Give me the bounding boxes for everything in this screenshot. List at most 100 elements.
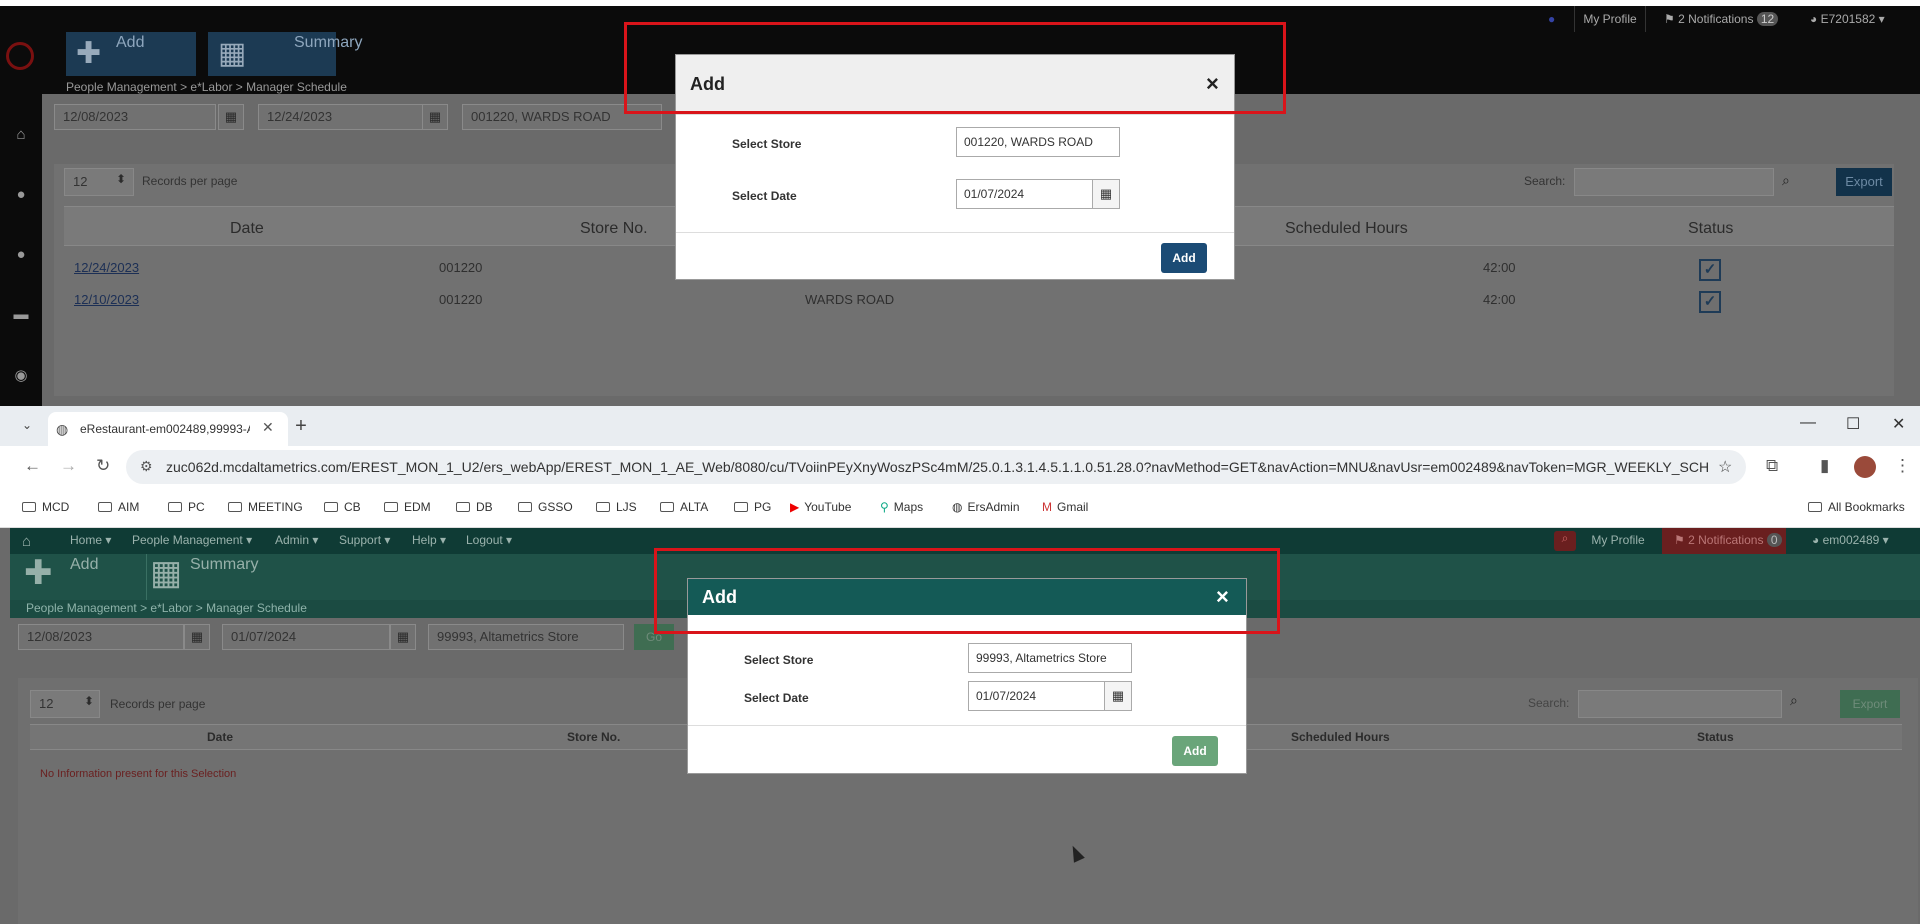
bookmark-db[interactable]: DB	[456, 500, 493, 514]
menu-admin[interactable]: Admin ▾	[275, 533, 318, 547]
home-icon[interactable]: ⌂	[22, 533, 31, 550]
col-scheduled-hours[interactable]: Scheduled Hours	[1291, 730, 1390, 744]
support-icon[interactable]: ◉	[12, 366, 30, 384]
date-input[interactable]: 01/07/2024	[968, 681, 1106, 711]
menu-home[interactable]: Home ▾	[70, 533, 111, 547]
bookmark-ljs[interactable]: LJS	[596, 500, 637, 514]
bottom-notifications-link[interactable]: ⚑ 2 Notifications 0	[1674, 533, 1782, 547]
all-bookmarks[interactable]: All Bookmarks	[1808, 500, 1905, 514]
report-icon[interactable]: ▬	[12, 306, 30, 324]
bottom-search-input[interactable]	[1578, 690, 1782, 718]
search-icon[interactable]: ⌕	[1790, 692, 1798, 709]
select-date-label: Select Date	[732, 189, 797, 203]
folder-icon	[324, 502, 338, 512]
calendar-icon[interactable]: ▦	[184, 624, 210, 650]
tab-search-icon[interactable]: ⌄	[22, 418, 32, 432]
bookmark-gmail[interactable]: M Gmail	[1042, 500, 1088, 514]
reload-icon[interactable]: ↻	[96, 456, 110, 476]
calendar-icon[interactable]: ▦	[218, 104, 244, 130]
calendar-icon[interactable]: ▦	[1104, 681, 1132, 711]
bottom-user-menu[interactable]: ◕ em002489 ▾	[1812, 533, 1889, 547]
bookmark-alta[interactable]: ALTA	[660, 500, 708, 514]
address-bar[interactable]: ⚙ zuc062d.mcdaltametrics.com/EREST_MON_1…	[126, 450, 1746, 484]
user-icon[interactable]: ●	[12, 246, 30, 264]
maximize-icon[interactable]: ☐	[1846, 414, 1860, 434]
back-icon[interactable]: ←	[24, 456, 41, 476]
browser-tab[interactable]: ◍ eRestaurant-em002489,99993-A ✕	[48, 412, 288, 446]
modal-add-button[interactable]: Add	[1172, 736, 1218, 766]
col-date[interactable]: Date	[230, 220, 264, 238]
search-icon[interactable]: ⌕	[1554, 531, 1576, 551]
bookmark-maps[interactable]: ⚲ Maps	[880, 500, 923, 514]
col-date[interactable]: Date	[207, 730, 233, 744]
calendar-icon[interactable]: ▦	[422, 104, 448, 130]
profile-avatar[interactable]	[1854, 456, 1876, 478]
bookmark-pc[interactable]: PC	[168, 500, 205, 514]
top-end-date-input[interactable]: 12/24/2023	[258, 104, 434, 130]
close-window-icon[interactable]: ✕	[1892, 414, 1905, 434]
top-summary-nav-button[interactable]: ▦ Summary	[208, 32, 362, 76]
extensions-icon[interactable]: ⧉	[1766, 456, 1778, 476]
folder-icon	[228, 502, 242, 512]
top-notifications-link[interactable]: ⚑ 2 Notifications 12	[1664, 6, 1779, 32]
store-input[interactable]: 001220, WARDS ROAD	[956, 127, 1120, 157]
home-icon[interactable]: ⌂	[12, 126, 30, 144]
date-input[interactable]: 01/07/2024	[956, 179, 1094, 209]
row-date-link[interactable]: 12/10/2023	[74, 292, 139, 307]
folder-icon	[660, 502, 674, 512]
top-add-nav-button[interactable]: ✚ Add	[66, 32, 196, 76]
bottom-start-date-input[interactable]: 12/08/2023	[18, 624, 184, 650]
col-status[interactable]: Status	[1697, 730, 1734, 744]
close-icon[interactable]: ✕	[262, 419, 274, 436]
top-export-button[interactable]: Export	[1836, 168, 1892, 196]
store-input[interactable]: 99993, Altametrics Store	[968, 643, 1132, 673]
bookmark-ersadmin[interactable]: ◍ ErsAdmin	[952, 500, 1020, 514]
bookmark-mcd[interactable]: MCD	[22, 500, 69, 514]
col-store-no[interactable]: Store No.	[580, 220, 648, 238]
url-text[interactable]: zuc062d.mcdaltametrics.com/EREST_MON_1_U…	[166, 459, 1709, 475]
menu-help[interactable]: Help ▾	[412, 533, 446, 547]
col-status[interactable]: Status	[1688, 220, 1733, 238]
forward-icon[interactable]: →	[60, 456, 77, 476]
top-my-profile-link[interactable]: My Profile	[1574, 6, 1646, 32]
menu-logout[interactable]: Logout ▾	[466, 533, 512, 547]
top-start-date-input[interactable]: 12/08/2023	[54, 104, 216, 130]
bookmark-edm[interactable]: EDM	[384, 500, 431, 514]
bottom-store-select[interactable]: 99993, Altametrics Store	[428, 624, 624, 650]
users-icon[interactable]: ●	[12, 186, 30, 204]
new-tab-icon[interactable]: +	[288, 414, 314, 440]
top-flag-icon[interactable]: ●	[1548, 6, 1555, 32]
calendar-icon[interactable]: ▦	[390, 624, 416, 650]
top-highlight-box	[624, 22, 1286, 114]
bottom-export-button[interactable]: Export	[1840, 690, 1900, 718]
menu-icon[interactable]: ⋮	[1894, 456, 1911, 476]
col-scheduled-hours[interactable]: Scheduled Hours	[1285, 220, 1408, 238]
calendar-icon[interactable]: ▦	[1092, 179, 1120, 209]
bookmark-youtube[interactable]: ▶ YouTube	[790, 500, 851, 514]
bookmark-pg[interactable]: PG	[734, 500, 771, 514]
row-date-link[interactable]: 12/24/2023	[74, 260, 139, 275]
menu-people-management[interactable]: People Management ▾	[132, 533, 252, 547]
bottom-add-nav-button[interactable]: ✚ Add	[24, 556, 98, 590]
bottom-summary-nav-button[interactable]: ▦ Summary	[150, 556, 258, 590]
site-info-icon[interactable]: ⚙	[140, 458, 153, 475]
top-search-input[interactable]	[1574, 168, 1774, 196]
bookmark-aim[interactable]: AIM	[98, 500, 139, 514]
col-store-no[interactable]: Store No.	[567, 730, 620, 744]
star-icon[interactable]: ☆	[1718, 457, 1732, 477]
menu-support[interactable]: Support ▾	[339, 533, 390, 547]
bottom-my-profile-link[interactable]: My Profile	[1582, 533, 1654, 547]
bookmark-meeting[interactable]: MEETING	[228, 500, 303, 514]
search-icon[interactable]: ⌕	[1782, 172, 1790, 189]
modal-add-button[interactable]: Add	[1161, 243, 1207, 273]
folder-icon	[596, 502, 610, 512]
bottom-end-date-input[interactable]: 01/07/2024	[222, 624, 390, 650]
status-check-icon[interactable]: ✓	[1699, 259, 1721, 281]
side-panel-icon[interactable]: ▮	[1820, 456, 1829, 476]
records-label: Records per page	[142, 174, 238, 188]
bookmark-cb[interactable]: CB	[324, 500, 361, 514]
top-user-menu[interactable]: ◕ E7201582 ▾	[1810, 6, 1885, 32]
minimize-icon[interactable]: —	[1800, 414, 1816, 432]
bookmark-gsso[interactable]: GSSO	[518, 500, 573, 514]
status-check-icon[interactable]: ✓	[1699, 291, 1721, 313]
